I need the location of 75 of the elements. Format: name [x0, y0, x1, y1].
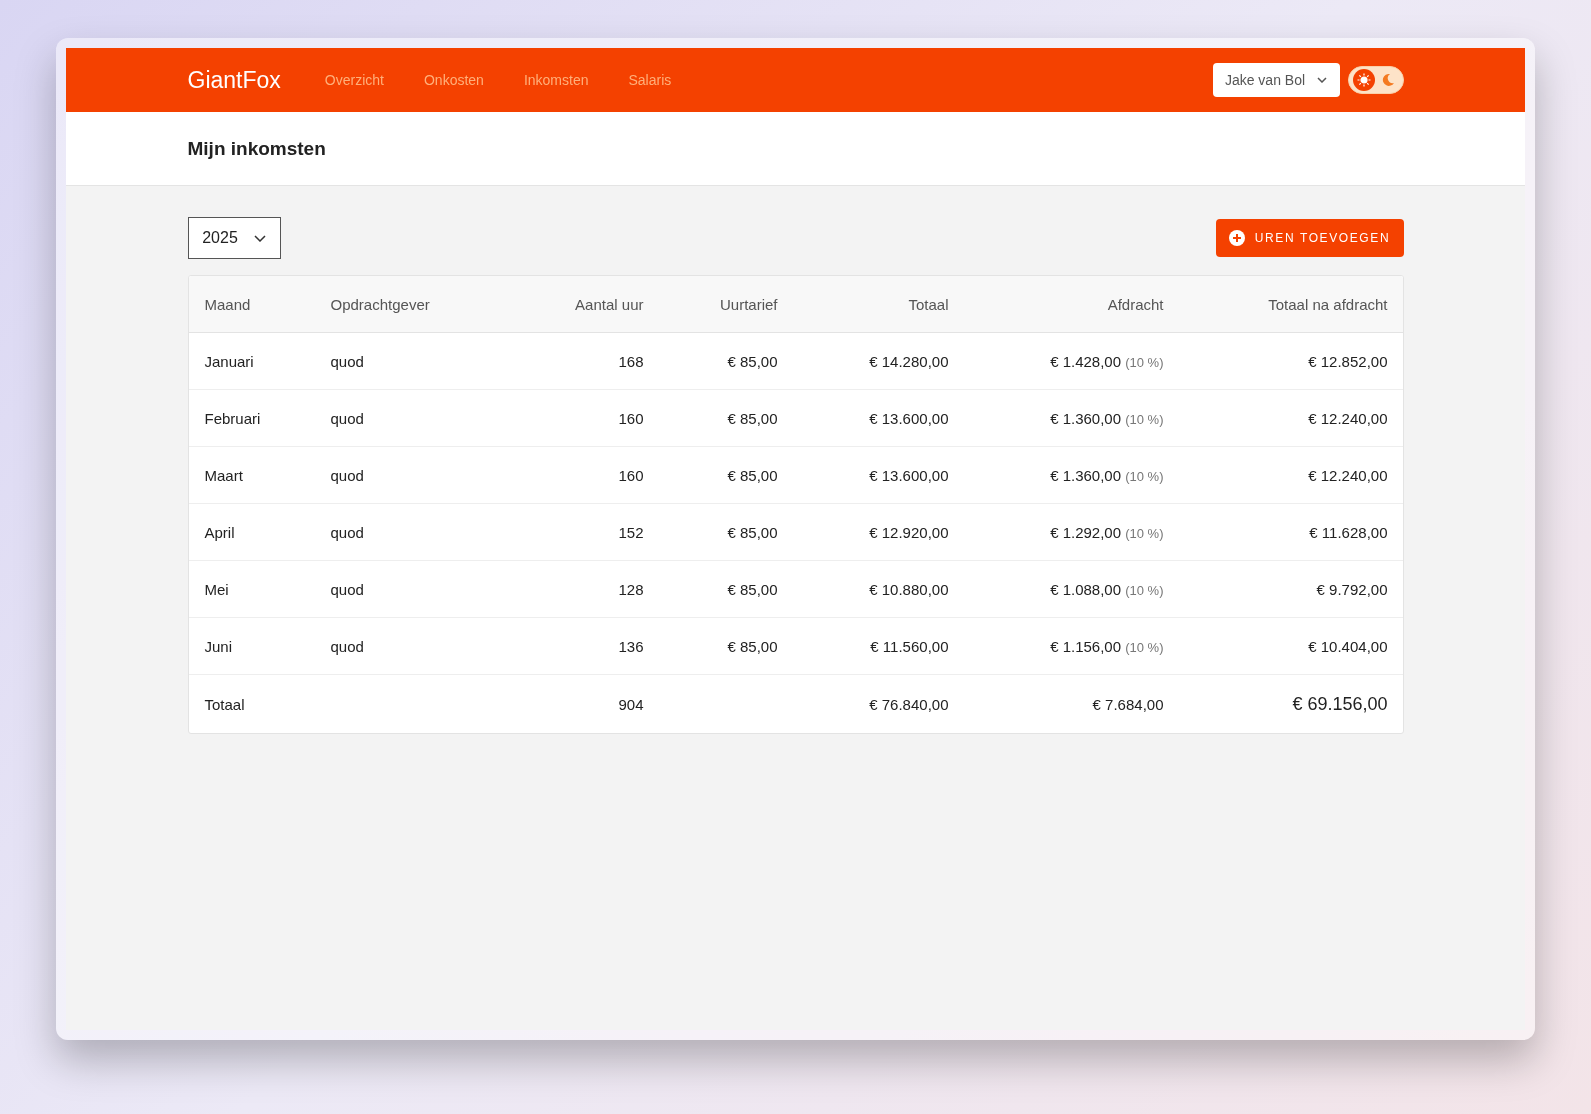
- table-cell: € 1.360,00: [1050, 466, 1122, 484]
- table-cell: € 1.292,00: [1050, 523, 1122, 541]
- chevron-down-icon: [1317, 77, 1328, 83]
- table-cell: € 13.600,00: [793, 446, 965, 504]
- table-cell: € 9.792,00: [1179, 560, 1403, 618]
- table-cell: € 1.088,00: [1050, 580, 1122, 598]
- column-header: Afdracht: [964, 276, 1180, 333]
- add-hours-button[interactable]: UREN TOEVOEGEN: [1215, 219, 1404, 257]
- column-header: Opdrachtgever: [314, 276, 515, 333]
- table-cell: € 10.404,00: [1179, 617, 1403, 675]
- percentage-label: (10 %): [1125, 639, 1164, 655]
- table-cell: Mei: [188, 560, 315, 618]
- table-cell: quod: [314, 332, 515, 390]
- percentage-label: (10 %): [1125, 468, 1164, 484]
- percentage-label: (10 %): [1125, 411, 1164, 427]
- nav-link[interactable]: Inkomsten: [523, 72, 589, 88]
- table-cell: quod: [314, 503, 515, 561]
- table-cell: € 1.428,00: [1050, 352, 1122, 370]
- total-cell: 904: [514, 674, 660, 733]
- table-cell: quod: [314, 446, 515, 504]
- table-cell: € 85,00: [659, 560, 794, 618]
- total-cell: € 76.840,00: [793, 674, 965, 733]
- table-cell: 152: [514, 503, 660, 561]
- table-cell: quod: [314, 617, 515, 675]
- nav-link[interactable]: Overzicht: [324, 72, 384, 88]
- column-header: Uurtarief: [659, 276, 794, 333]
- chevron-down-icon: [253, 234, 266, 242]
- table-cell: € 11.560,00: [793, 617, 965, 675]
- plus-circle-icon: [1228, 230, 1245, 246]
- table-cell: € 14.280,00: [793, 332, 965, 390]
- table-cell: 136: [514, 617, 660, 675]
- total-cell: Totaal: [188, 674, 315, 733]
- table-cell: quod: [314, 560, 515, 618]
- table-cell: € 11.628,00: [1179, 503, 1403, 561]
- table-cell: € 85,00: [659, 503, 794, 561]
- column-header: Maand: [188, 276, 315, 333]
- table-cell: € 85,00: [659, 332, 794, 390]
- table-cell: 160: [514, 389, 660, 447]
- column-header: Aantal uur: [514, 276, 660, 333]
- table-cell: € 10.880,00: [793, 560, 965, 618]
- nav-link[interactable]: Onkosten: [423, 72, 484, 88]
- moon-icon: [1380, 73, 1395, 87]
- table-cell: € 1.360,00: [1050, 409, 1122, 427]
- table-cell: € 13.600,00: [793, 389, 965, 447]
- sun-icon: [1356, 73, 1371, 87]
- column-header: Totaal: [793, 276, 965, 333]
- table-cell: € 12.852,00: [1179, 332, 1403, 390]
- table-cell: € 85,00: [659, 389, 794, 447]
- table-cell: 160: [514, 446, 660, 504]
- table-cell: Juni: [188, 617, 315, 675]
- total-cell: € 7.684,00: [964, 674, 1180, 733]
- table-cell: € 85,00: [659, 446, 794, 504]
- table-cell: 128: [514, 560, 660, 618]
- theme-toggle[interactable]: [1347, 66, 1404, 94]
- page-title: Mijn inkomsten: [187, 137, 326, 160]
- table-cell: 168: [514, 332, 660, 390]
- year-select[interactable]: 2025: [187, 217, 281, 259]
- table-cell: € 85,00: [659, 617, 794, 675]
- table-cell: € 12.240,00: [1179, 389, 1403, 447]
- user-menu[interactable]: Jake van Bol: [1212, 63, 1340, 97]
- table-cell: € 12.920,00: [793, 503, 965, 561]
- nav-link[interactable]: Salaris: [628, 72, 672, 88]
- table-cell: € 1.156,00: [1050, 637, 1122, 655]
- table-cell: Januari: [188, 332, 315, 390]
- table-cell: Februari: [188, 389, 315, 447]
- table-cell: Maart: [188, 446, 315, 504]
- percentage-label: (10 %): [1125, 525, 1164, 541]
- table-cell: quod: [314, 389, 515, 447]
- column-header: Totaal na afdracht: [1179, 276, 1403, 333]
- total-cell: € 69.156,00: [1179, 674, 1403, 733]
- table-cell: April: [188, 503, 315, 561]
- percentage-label: (10 %): [1125, 354, 1164, 370]
- brand-logo[interactable]: GiantFox: [187, 66, 281, 94]
- percentage-label: (10 %): [1125, 582, 1164, 598]
- table-cell: € 12.240,00: [1179, 446, 1403, 504]
